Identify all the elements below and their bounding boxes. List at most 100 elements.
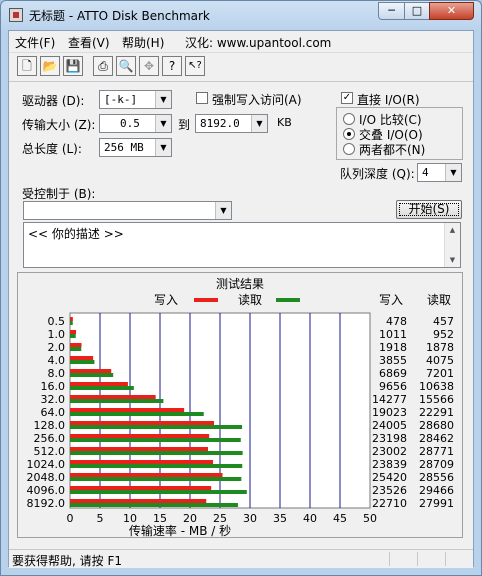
bar-read [70, 373, 114, 377]
scroll-down-icon[interactable]: ▼ [445, 253, 460, 267]
close-button[interactable]: ✕ [429, 2, 474, 20]
menu-credit[interactable]: 汉化: www.upantool.com [185, 34, 331, 51]
x-tick-label: 50 [363, 512, 377, 525]
io-mode-group: I/O 比较(C) 交叠 I/O(O) 两者都不(N) [336, 107, 463, 160]
app-window: 无标题 - ATTO Disk Benchmark ─ □ ✕ 文件(F) 查看… [0, 0, 482, 576]
chevron-down-icon[interactable]: ▼ [251, 115, 267, 132]
x-tick-label: 0 [67, 512, 74, 525]
write-value: 23002 [372, 445, 407, 458]
category-label: 4096.0 [27, 484, 66, 497]
status-bar: 要获得帮助, 请按 F1 [9, 549, 473, 568]
title-bar[interactable]: 无标题 - ATTO Disk Benchmark ─ □ ✕ [1, 1, 481, 29]
write-value: 1918 [379, 341, 407, 354]
start-button[interactable]: 开始(S) [396, 200, 462, 219]
legend-read-label: 读取 [238, 293, 262, 307]
write-value: 14277 [372, 393, 407, 406]
direct-io-label[interactable]: 直接 I/O(R) [357, 91, 420, 108]
read-value: 10638 [419, 380, 454, 393]
bar-write [70, 421, 215, 425]
window-title: 无标题 - ATTO Disk Benchmark [29, 9, 210, 23]
print-icon[interactable]: ⎙ [93, 56, 113, 76]
bar-write [70, 486, 212, 490]
bar-read [70, 321, 73, 325]
chevron-down-icon[interactable]: ▼ [445, 164, 461, 181]
drive-select[interactable]: [-k-] ▼ [99, 90, 172, 109]
category-label: 1024.0 [27, 458, 66, 471]
total-length-select[interactable]: 256 MB ▼ [99, 138, 172, 157]
move-icon[interactable]: ✥ [139, 56, 159, 76]
queue-depth-select[interactable]: 4 ▼ [417, 163, 462, 182]
category-label: 512.0 [34, 445, 66, 458]
help-icon[interactable]: ? [162, 56, 182, 76]
description-box[interactable]: << 你的描述 >> ▲ ▼ [23, 222, 461, 268]
read-value: 29466 [419, 484, 454, 497]
bar-write [70, 395, 156, 399]
bar-read [70, 386, 134, 390]
menu-file[interactable]: 文件(F) [15, 34, 55, 51]
chevron-down-icon[interactable]: ▼ [155, 91, 171, 108]
menu-help[interactable]: 帮助(H) [122, 34, 164, 51]
bar-write [70, 473, 223, 477]
save-icon[interactable]: 💾 [63, 56, 83, 76]
bar-read [70, 477, 242, 481]
minimize-button[interactable]: ─ [378, 2, 405, 20]
bar-read [70, 334, 76, 338]
results-panel: 测试结果 写入 读取 写入 读取 0.5 1.0 2.0 4.0 8.0 16.0 32.0… [17, 272, 463, 538]
write-value: 23839 [372, 458, 407, 471]
bar-read [70, 425, 243, 429]
x-tick-label: 45 [333, 512, 347, 525]
neither-label[interactable]: 两者都不(N) [359, 141, 425, 158]
status-cell [417, 552, 418, 566]
write-value: 24005 [372, 419, 407, 432]
bar-read [70, 412, 204, 416]
chevron-down-icon[interactable]: ▼ [215, 202, 231, 219]
bar-write [70, 408, 185, 412]
menu-view[interactable]: 查看(V) [68, 34, 110, 51]
bar-write [70, 447, 209, 451]
chevron-down-icon[interactable]: ▼ [155, 115, 171, 132]
write-value: 22710 [372, 497, 407, 510]
direct-io-checkbox[interactable]: ✓ [341, 92, 353, 104]
category-label: 16.0 [41, 380, 66, 393]
category-label: 32.0 [41, 393, 66, 406]
write-value: 3855 [379, 354, 407, 367]
column-header-write: 写入 [379, 293, 403, 307]
read-value: 27991 [419, 497, 454, 510]
chevron-down-icon[interactable]: ▼ [155, 139, 171, 156]
transfer-from-select[interactable]: 0.5 ▼ [99, 114, 172, 133]
category-label: 64.0 [41, 406, 66, 419]
category-label: 4.0 [48, 354, 66, 367]
read-value: 7201 [426, 367, 454, 380]
bar-read [70, 399, 164, 403]
read-value: 952 [433, 328, 454, 341]
read-value: 28771 [419, 445, 454, 458]
context-help-icon[interactable]: ↖? [185, 56, 205, 76]
drive-value: [-k-] [104, 93, 138, 106]
transfer-to-select[interactable]: 8192.0 ▼ [195, 114, 268, 133]
column-header-read: 读取 [427, 293, 451, 307]
toolbar: 🗋 📂 💾 ⎙ 🔍 ✥ ? ↖? [9, 52, 473, 82]
bar-write [70, 317, 73, 321]
print-preview-icon[interactable]: 🔍 [116, 56, 136, 76]
category-label: 128.0 [34, 419, 66, 432]
description-scrollbar[interactable]: ▲ ▼ [444, 223, 460, 267]
neither-radio[interactable] [343, 143, 355, 155]
to-label: 到 [178, 118, 191, 132]
bar-read [70, 438, 241, 442]
bar-read [70, 347, 82, 351]
scroll-up-icon[interactable]: ▲ [445, 223, 460, 237]
bar-read [70, 360, 95, 364]
app-icon[interactable] [9, 8, 23, 22]
write-value: 23526 [372, 484, 407, 497]
maximize-button[interactable]: □ [404, 2, 430, 20]
description-text: << 你的描述 >> [28, 227, 124, 241]
new-icon[interactable]: 🗋 [17, 56, 37, 76]
io-compare-radio[interactable] [343, 113, 355, 125]
force-write-checkbox[interactable] [196, 92, 208, 104]
force-write-label[interactable]: 强制写入访问(A) [212, 91, 302, 108]
controlled-by-select[interactable]: ▼ [23, 201, 232, 220]
status-cell [445, 552, 446, 566]
bar-read [70, 490, 247, 494]
open-icon[interactable]: 📂 [40, 56, 60, 76]
overlap-io-radio[interactable] [343, 128, 355, 140]
